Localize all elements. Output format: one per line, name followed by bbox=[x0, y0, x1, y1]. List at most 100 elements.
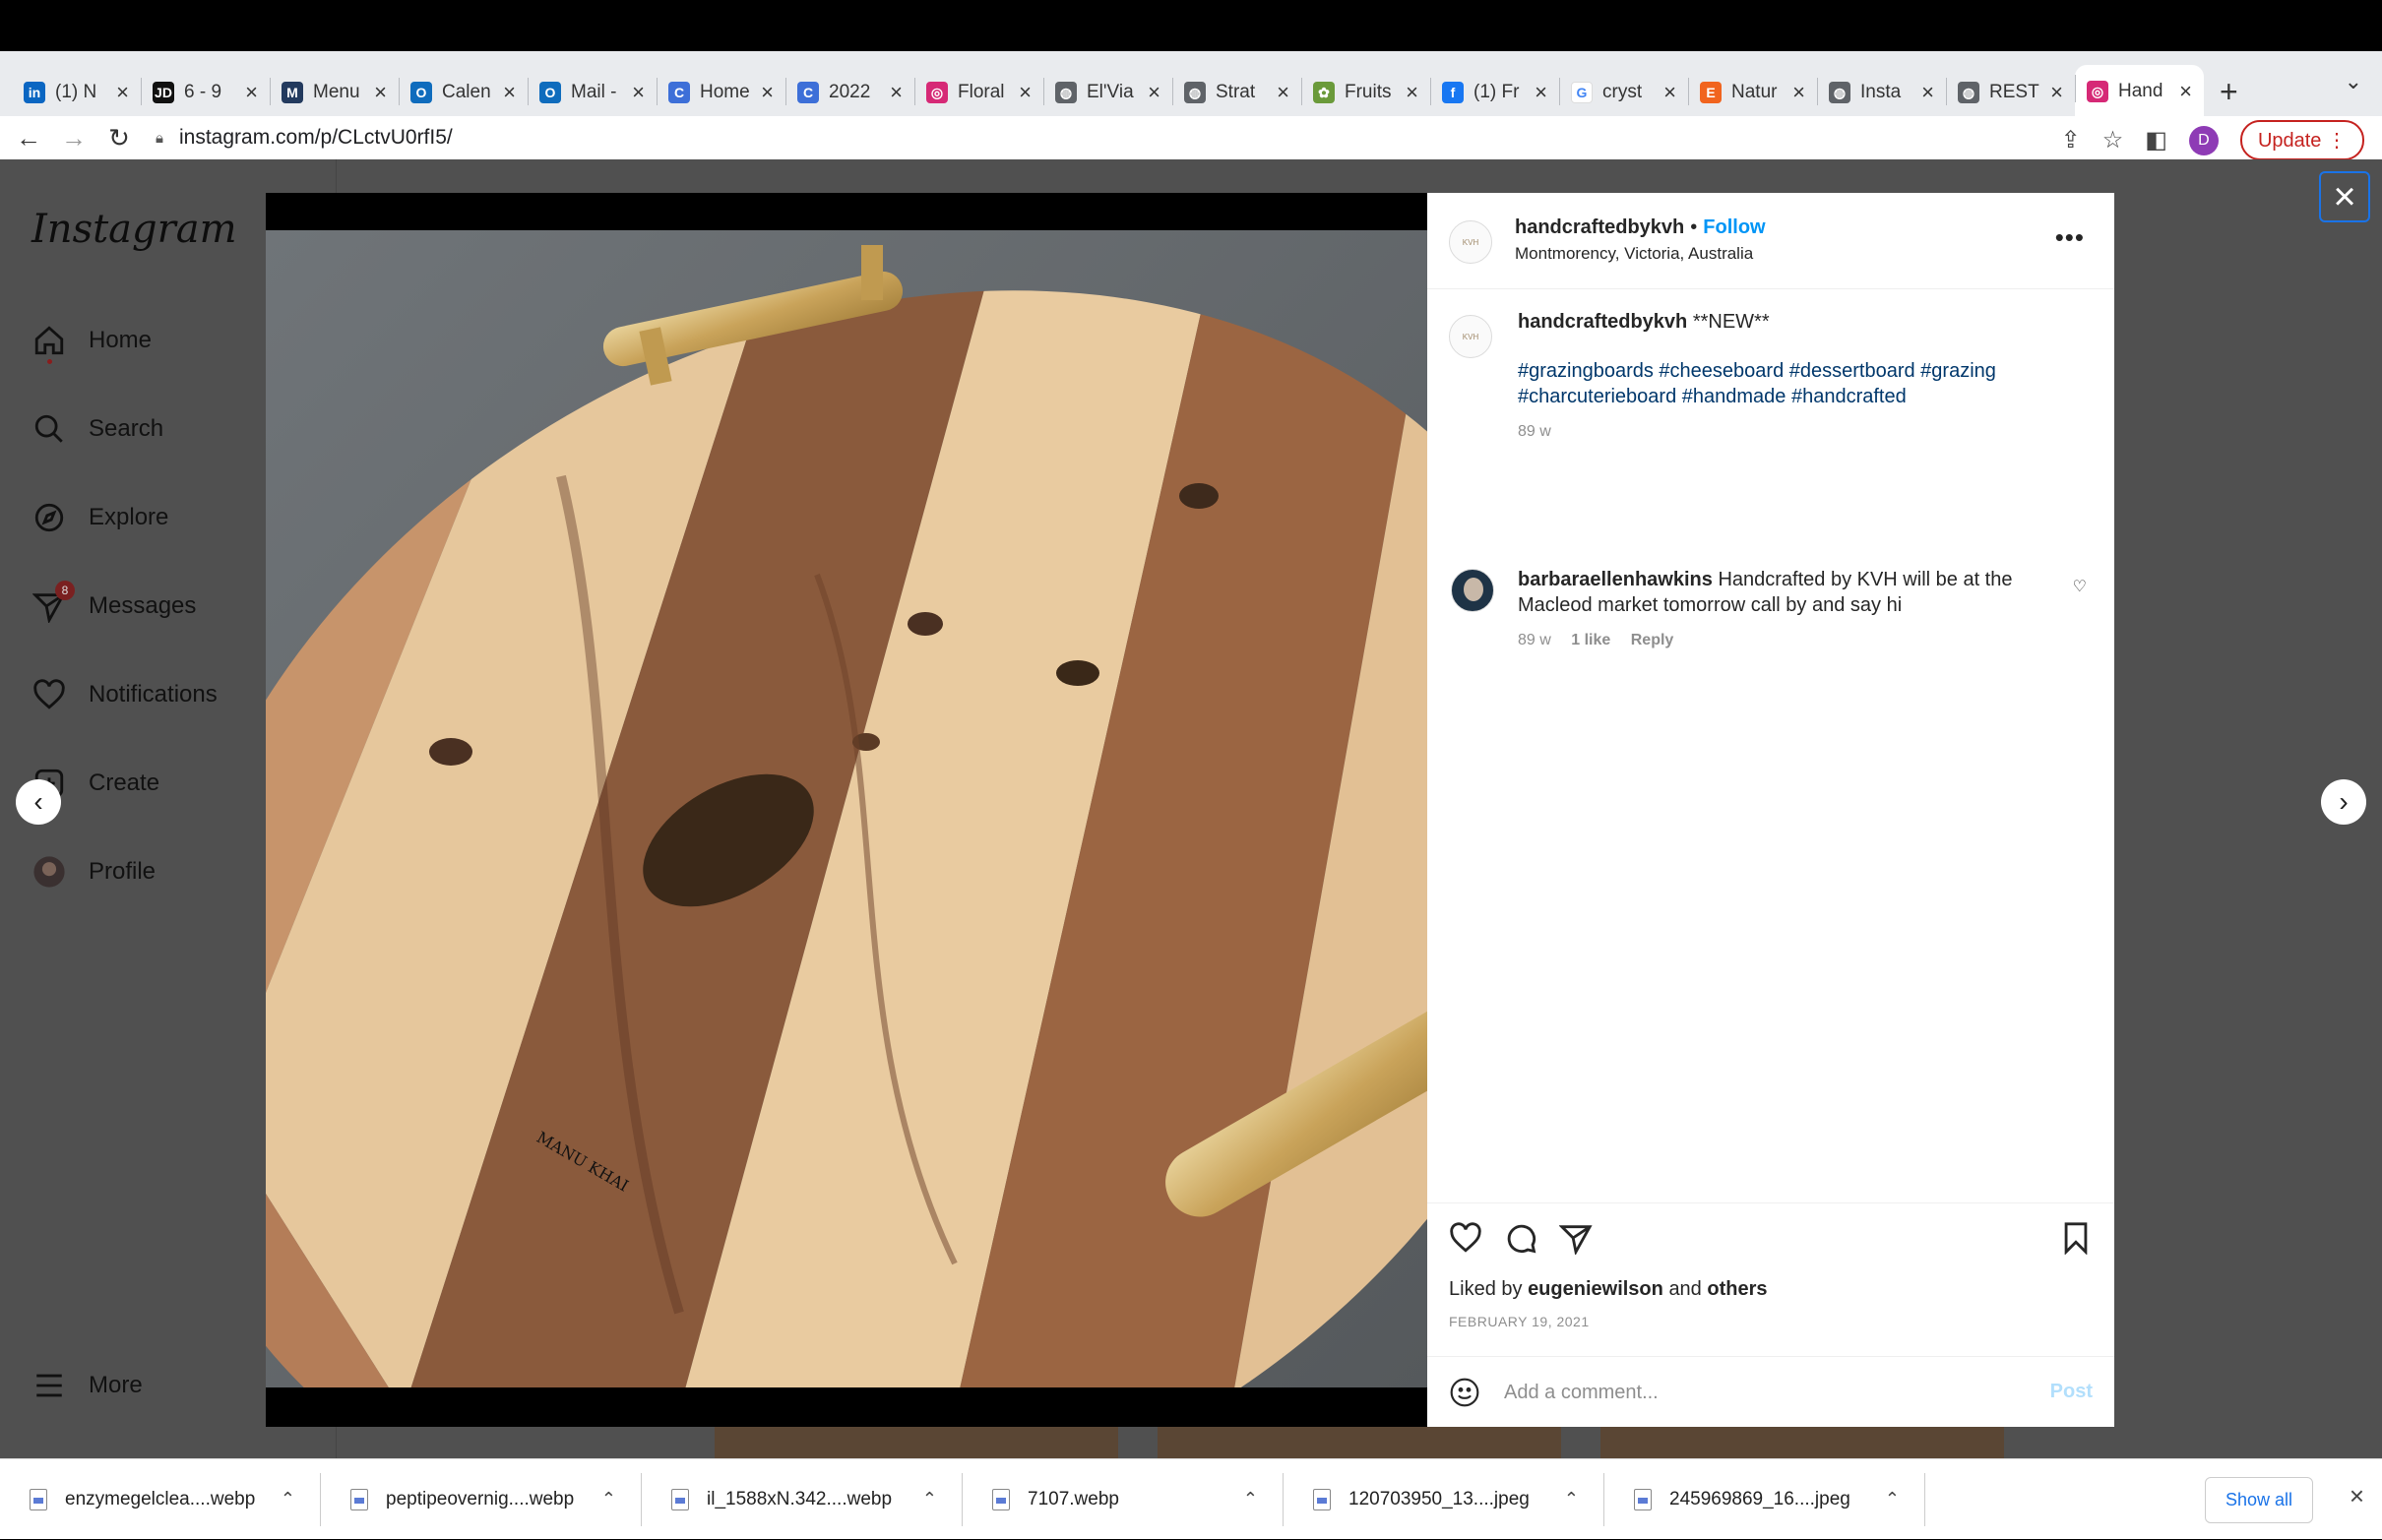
back-arrow-icon[interactable]: ← bbox=[6, 123, 51, 154]
url-field[interactable]: 🔒︎ instagram.com/p/CLctvU0rfI5/ bbox=[156, 116, 453, 159]
tab-close-icon[interactable]: × bbox=[1663, 80, 1676, 105]
tab-close-icon[interactable]: × bbox=[1406, 80, 1418, 105]
download-item[interactable]: 120703950_13....jpeg ⌃ bbox=[1284, 1459, 1604, 1540]
browser-tab[interactable]: f (1) Fr × bbox=[1430, 68, 1559, 117]
show-all-downloads-button[interactable]: Show all bbox=[2204, 1477, 2313, 1523]
tab-close-icon[interactable]: × bbox=[1148, 80, 1160, 105]
author-username[interactable]: handcraftedbykvh bbox=[1515, 216, 1684, 238]
browser-tab[interactable]: ◍ Strat × bbox=[1172, 68, 1301, 117]
post-date[interactable]: FEBRUARY 19, 2021 bbox=[1449, 1314, 1590, 1329]
browser-tab[interactable]: ◎ Hand × bbox=[2075, 65, 2204, 118]
download-item[interactable]: 7107.webp ⌃ bbox=[963, 1459, 1284, 1540]
post-image[interactable]: MANU KHAI bbox=[266, 193, 1427, 1427]
chevron-up-icon[interactable]: ⌃ bbox=[922, 1489, 937, 1509]
star-icon[interactable]: ☆ bbox=[2102, 126, 2124, 154]
commenter-username[interactable]: barbaraellenhawkins bbox=[1518, 569, 1713, 590]
forward-arrow-icon[interactable]: → bbox=[51, 123, 96, 154]
tab-close-icon[interactable]: × bbox=[1535, 80, 1547, 105]
browser-tab[interactable]: C 2022 × bbox=[785, 68, 914, 117]
sidebar-item-home[interactable]: Home bbox=[31, 323, 152, 364]
download-item[interactable]: 245969869_16....jpeg ⌃ bbox=[1604, 1459, 1925, 1540]
browser-tab[interactable]: M Menu × bbox=[270, 68, 399, 117]
caption-avatar[interactable]: KVH bbox=[1449, 315, 1492, 358]
sidebar-item-search[interactable]: Search bbox=[31, 411, 163, 447]
download-item[interactable]: peptipeovernig....webp ⌃ bbox=[321, 1459, 642, 1540]
tab-close-icon[interactable]: × bbox=[245, 80, 258, 105]
author-avatar[interactable]: KVH bbox=[1449, 220, 1492, 264]
chevron-up-icon[interactable]: ⌃ bbox=[281, 1489, 295, 1509]
tab-title: REST bbox=[1989, 82, 2039, 102]
save-bookmark-icon[interactable] bbox=[2059, 1221, 2093, 1255]
emoji-smiley-icon[interactable] bbox=[1449, 1377, 1480, 1408]
download-item[interactable]: enzymegelclea....webp ⌃ bbox=[0, 1459, 321, 1540]
add-comment-bar: Post bbox=[1427, 1356, 2114, 1427]
tab-close-icon[interactable]: × bbox=[632, 80, 645, 105]
sidebar-item-profile[interactable]: Profile bbox=[31, 854, 156, 890]
update-button[interactable]: Update ⋮ bbox=[2239, 120, 2364, 160]
share-icon[interactable]: ⇪ bbox=[2061, 126, 2081, 154]
comment-bubble-icon[interactable] bbox=[1504, 1221, 1537, 1255]
browser-tab[interactable]: Gcryst × bbox=[1559, 68, 1688, 117]
post-location[interactable]: Montmorency, Victoria, Australia bbox=[1515, 244, 1753, 264]
side-panel-icon[interactable]: ◧ bbox=[2145, 126, 2167, 154]
tab-close-icon[interactable]: × bbox=[116, 80, 129, 105]
close-modal-button[interactable]: × bbox=[2319, 171, 2370, 222]
browser-tab[interactable]: E Natur × bbox=[1688, 68, 1817, 117]
browser-tab[interactable]: ◍ Insta × bbox=[1817, 68, 1946, 117]
next-post-button[interactable]: › bbox=[2321, 779, 2366, 825]
tab-close-icon[interactable]: × bbox=[890, 80, 903, 105]
post-comment-button[interactable]: Post bbox=[2050, 1381, 2093, 1403]
browser-tab[interactable]: ◍ El'Via × bbox=[1043, 68, 1172, 117]
reload-icon[interactable]: ↻ bbox=[96, 123, 142, 154]
sidebar-item-messages[interactable]: 8 Messages bbox=[31, 581, 196, 624]
more-options-icon[interactable]: ••• bbox=[2055, 222, 2085, 253]
caption-username[interactable]: handcraftedbykvh bbox=[1518, 311, 1687, 333]
image-file-icon bbox=[350, 1488, 368, 1510]
sidebar-item-more[interactable]: More bbox=[31, 1368, 143, 1403]
like-heart-icon[interactable] bbox=[1449, 1221, 1482, 1255]
fruits-icon: ✿ bbox=[1313, 82, 1335, 103]
tab-close-icon[interactable]: × bbox=[503, 80, 516, 105]
browser-tab[interactable]: O Calen × bbox=[399, 68, 528, 117]
browser-tab[interactable]: C Home × bbox=[657, 68, 785, 117]
sidebar-item-explore[interactable]: Explore bbox=[31, 500, 168, 535]
browser-tab[interactable]: JD 6 - 9 × bbox=[141, 68, 270, 117]
chevron-up-icon[interactable]: ⌃ bbox=[1243, 1489, 1258, 1509]
profile-avatar[interactable]: D bbox=[2188, 125, 2219, 155]
commenter-avatar[interactable] bbox=[1451, 569, 1494, 612]
tab-close-icon[interactable]: × bbox=[1277, 80, 1289, 105]
chevron-up-icon[interactable]: ⌃ bbox=[1885, 1489, 1900, 1509]
browser-tab[interactable]: ◎ Floral × bbox=[914, 68, 1043, 117]
tab-close-icon[interactable]: × bbox=[1921, 80, 1934, 105]
browser-tab[interactable]: ✿ Fruits × bbox=[1301, 68, 1430, 117]
comment-age[interactable]: 89 w bbox=[1518, 632, 1551, 648]
liked-by-others[interactable]: others bbox=[1707, 1278, 1767, 1300]
comment-input[interactable] bbox=[1504, 1371, 2016, 1414]
follow-button[interactable]: Follow bbox=[1703, 216, 1765, 238]
chevron-up-icon[interactable]: ⌃ bbox=[1564, 1489, 1579, 1509]
tab-close-icon[interactable]: × bbox=[1792, 80, 1805, 105]
caption-hashtags[interactable]: #grazingboards #cheeseboard #dessertboar… bbox=[1518, 358, 2079, 409]
tab-close-icon[interactable]: × bbox=[761, 80, 774, 105]
caption-age[interactable]: 89 w bbox=[1518, 423, 1551, 440]
tab-search-chevron-icon[interactable]: ⌄ bbox=[2345, 69, 2362, 94]
share-plane-icon[interactable] bbox=[1559, 1221, 1593, 1255]
liked-by-user[interactable]: eugeniewilson bbox=[1528, 1278, 1663, 1300]
tab-close-icon[interactable]: × bbox=[2179, 79, 2192, 104]
previous-post-button[interactable]: ‹ bbox=[16, 779, 61, 825]
comment-likes[interactable]: 1 like bbox=[1571, 632, 1610, 648]
sidebar-item-notifications[interactable]: Notifications bbox=[31, 677, 218, 712]
browser-tab[interactable]: O Mail - × bbox=[528, 68, 657, 117]
instagram-logo[interactable]: Instagram bbox=[31, 207, 237, 252]
tab-close-icon[interactable]: × bbox=[1019, 80, 1032, 105]
tab-close-icon[interactable]: × bbox=[2050, 80, 2063, 105]
chevron-up-icon[interactable]: ⌃ bbox=[601, 1489, 616, 1509]
tab-close-icon[interactable]: × bbox=[374, 80, 387, 105]
close-downloads-icon[interactable]: × bbox=[2350, 1481, 2364, 1511]
browser-tab[interactable]: in (1) N × bbox=[12, 68, 141, 117]
download-item[interactable]: il_1588xN.342....webp ⌃ bbox=[642, 1459, 963, 1540]
reply-button[interactable]: Reply bbox=[1631, 632, 1674, 648]
new-tab-plus-icon[interactable]: + bbox=[2220, 74, 2238, 110]
comment-like-heart-icon[interactable]: ♡ bbox=[2073, 577, 2087, 596]
browser-tab[interactable]: ◍ REST × bbox=[1946, 68, 2075, 117]
